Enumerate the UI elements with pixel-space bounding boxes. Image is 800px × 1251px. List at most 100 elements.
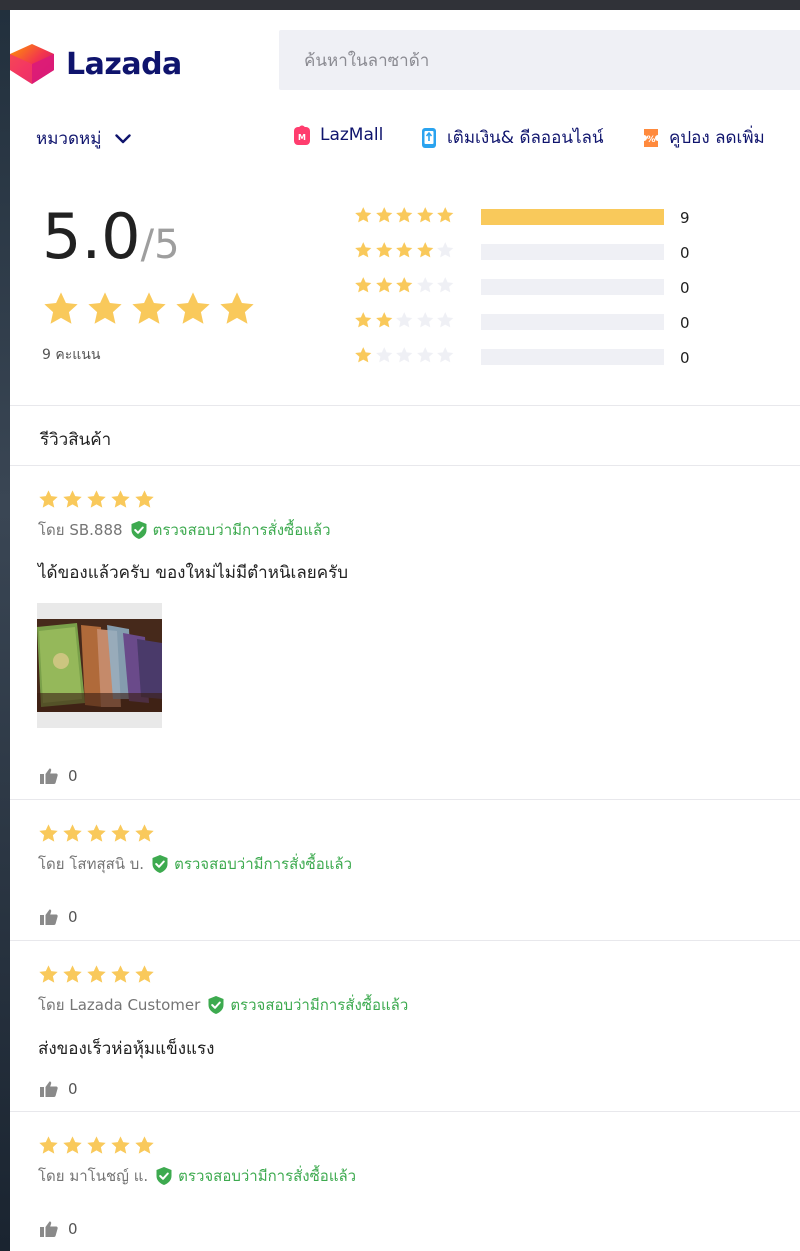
review-meta: โดย Lazada Customer ตรวจสอบว่ามีการสั่งซ… — [38, 993, 408, 1017]
window-left-edge — [0, 10, 10, 1251]
star-filled-icon — [375, 242, 392, 258]
nav-link-lazmall[interactable]: M LazMall — [293, 124, 383, 146]
rating-row-bar — [481, 279, 664, 295]
review-text: ได้ของแล้วครับ ของใหม่ไม่มีตำหนิเลยครับ — [38, 563, 349, 583]
star-filled-icon — [87, 490, 106, 508]
verified-label: ตรวจสอบว่ามีการสั่งซื้อแล้ว — [230, 996, 409, 1014]
nav-link-coupon[interactable]: % คูปอง ลดเพิ่ม — [642, 124, 765, 151]
verified-shield-icon — [156, 1167, 172, 1185]
rating-row-bar-fill — [481, 209, 664, 225]
star-empty-icon — [437, 312, 454, 328]
average-stars — [42, 290, 256, 328]
star-empty-icon — [375, 347, 392, 363]
star-filled-icon — [355, 207, 372, 223]
star-filled-icon — [220, 292, 254, 324]
star-filled-icon — [111, 1136, 130, 1154]
rating-row-4-star[interactable]: 0 — [354, 241, 714, 263]
verified-shield-icon — [208, 996, 224, 1014]
review-author: โดย โสทสุสนิ บ. — [38, 855, 145, 873]
rating-row-3-star[interactable]: 0 — [354, 276, 714, 298]
divider — [10, 405, 800, 406]
star-filled-icon — [87, 1136, 106, 1154]
verified-purchase: ตรวจสอบว่ามีการสั่งซื้อแล้ว — [155, 1164, 356, 1188]
score-max: /5 — [140, 222, 180, 268]
verified-shield-icon — [131, 521, 147, 539]
star-filled-icon — [88, 292, 122, 324]
nav-link-topup[interactable]: เติมเงิน& ดีลออนไลน์ — [420, 124, 604, 151]
star-filled-icon — [355, 277, 372, 293]
like-button[interactable]: 0 — [40, 767, 78, 785]
verified-label: ตรวจสอบว่ามีการสั่งซื้อแล้ว — [152, 521, 331, 539]
reviews-section-title: รีวิวสินค้า — [40, 430, 112, 450]
logo-text: Lazada — [66, 46, 182, 82]
star-filled-icon — [39, 824, 58, 842]
like-button[interactable]: 0 — [40, 1220, 78, 1238]
like-button[interactable]: 0 — [40, 908, 78, 926]
star-filled-icon — [355, 347, 372, 363]
star-filled-icon — [437, 207, 454, 223]
svg-text:%: % — [646, 135, 655, 145]
review-stars — [38, 964, 155, 985]
review-photo[interactable] — [37, 603, 162, 728]
star-filled-icon — [87, 965, 106, 983]
star-empty-icon — [416, 312, 433, 328]
rating-row-stars — [354, 206, 455, 225]
star-filled-icon — [396, 242, 413, 258]
category-nav: หมวดหมู่ M LazMall เติมเงิน& ดีลออนไลน์ — [10, 120, 800, 152]
star-empty-icon — [416, 347, 433, 363]
star-filled-icon — [111, 490, 130, 508]
thumbs-up-icon — [40, 1221, 58, 1237]
star-filled-icon — [111, 824, 130, 842]
review-meta: โดย มาโนชญ์ แ. ตรวจสอบว่ามีการสั่งซื้อแล… — [38, 1164, 356, 1188]
lazada-logo[interactable]: Lazada — [10, 44, 182, 84]
review-stars — [38, 823, 155, 844]
star-filled-icon — [416, 207, 433, 223]
star-filled-icon — [111, 965, 130, 983]
star-filled-icon — [135, 965, 154, 983]
thumbs-up-icon — [40, 909, 58, 925]
lazmall-icon: M — [294, 125, 310, 145]
review-author: โดย Lazada Customer — [38, 996, 201, 1014]
category-dropdown[interactable]: หมวดหมู่ — [36, 125, 132, 152]
review-photo-image — [37, 603, 162, 728]
score-value: 5.0 — [42, 200, 141, 273]
star-filled-icon — [416, 242, 433, 258]
nav-link-label: คูปอง ลดเพิ่ม — [669, 128, 765, 148]
rating-row-count: 0 — [680, 279, 690, 297]
review-item: โดย Lazada Customer ตรวจสอบว่ามีการสั่งซ… — [10, 941, 800, 1112]
star-filled-icon — [355, 242, 372, 258]
star-filled-icon — [375, 277, 392, 293]
review-item: โดย โสทสุสนิ บ. ตรวจสอบว่ามีการสั่งซื้อแ… — [10, 800, 800, 940]
chevron-down-icon — [115, 133, 132, 143]
verified-purchase: ตรวจสอบว่ามีการสั่งซื้อแล้ว — [151, 852, 352, 876]
rating-row-1-star[interactable]: 0 — [354, 346, 714, 368]
rating-row-5-star[interactable]: 9 — [354, 206, 714, 228]
thumbs-up-icon — [40, 768, 58, 784]
window-top-bar — [0, 0, 800, 10]
search-input[interactable]: ค้นหาในลาซาด้า — [279, 30, 800, 90]
star-empty-icon — [396, 312, 413, 328]
coupon-icon: % — [644, 128, 658, 147]
rating-count: 9 คะแนน — [42, 347, 101, 363]
like-button[interactable]: 0 — [40, 1080, 78, 1098]
rating-row-count: 0 — [680, 244, 690, 262]
review-author: โดย SB.888 — [38, 521, 123, 539]
review-item: โดย SB.888 ตรวจสอบว่ามีการสั่งซื้อแล้ว ไ… — [10, 466, 800, 799]
star-filled-icon — [63, 1136, 82, 1154]
search-placeholder: ค้นหาในลาซาด้า — [304, 50, 430, 71]
rating-row-2-star[interactable]: 0 — [354, 311, 714, 333]
star-filled-icon — [63, 965, 82, 983]
review-stars — [38, 489, 155, 510]
star-filled-icon — [375, 312, 392, 328]
like-count: 0 — [68, 908, 78, 926]
star-filled-icon — [355, 312, 372, 328]
star-filled-icon — [87, 824, 106, 842]
rating-row-bar — [481, 349, 664, 365]
star-filled-icon — [396, 277, 413, 293]
star-empty-icon — [437, 347, 454, 363]
verified-purchase: ตรวจสอบว่ามีการสั่งซื้อแล้ว — [207, 993, 408, 1017]
star-filled-icon — [63, 824, 82, 842]
category-label: หมวดหมู่ — [36, 129, 102, 149]
star-empty-icon — [396, 347, 413, 363]
lazada-heart-icon — [10, 44, 54, 84]
